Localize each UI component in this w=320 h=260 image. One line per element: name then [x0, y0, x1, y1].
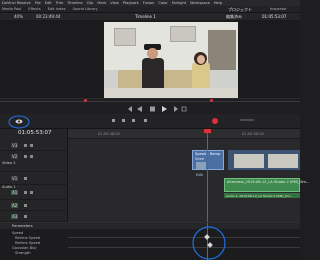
track-header-a1[interactable]: A1 Audio 1	[0, 185, 68, 200]
skip-forward-icon[interactable]	[174, 106, 178, 112]
keyframe-track	[68, 237, 300, 238]
transport-controls	[128, 106, 187, 112]
viewer-header: 40% 00:23:49:44 Timeline 1 編集済み 01:05:53…	[0, 13, 300, 20]
playhead-handle[interactable]	[204, 129, 211, 133]
menu-item-fusion[interactable]: Fusion	[143, 1, 155, 5]
title-clip[interactable]: Speed - Ramp Seee	[192, 150, 224, 170]
track-header-v3[interactable]: V3	[0, 141, 68, 151]
skip-back-icon[interactable]	[128, 106, 132, 112]
ruler-label: 01:05:56:00	[242, 132, 264, 136]
menu-item-view[interactable]: View	[110, 1, 119, 5]
blade-tool-icon[interactable]	[132, 119, 135, 122]
menu-item-file[interactable]: File	[35, 1, 41, 5]
ruler-label: 01:05:48:00	[98, 132, 120, 136]
bookshelf	[208, 30, 236, 70]
reverse-icon[interactable]	[137, 106, 142, 112]
timeline-name[interactable]: Timeline 1	[135, 14, 156, 19]
record-icon[interactable]	[212, 118, 218, 124]
viewer-timecode: 01:05:53:07	[262, 14, 287, 19]
playhead-indicator[interactable]	[210, 99, 213, 102]
person-man-head	[147, 48, 158, 59]
select-tool-icon[interactable]	[112, 119, 115, 122]
sound-library-button[interactable]: Sound Library	[73, 7, 98, 11]
person-man	[142, 58, 164, 88]
track-header-v2[interactable]: V2 Video 2	[0, 152, 68, 172]
video-preview[interactable]	[104, 22, 238, 102]
auto-select-icon[interactable]	[30, 144, 33, 147]
wall-poster	[170, 26, 196, 42]
trim-tool-icon[interactable]	[122, 119, 125, 122]
param-retime-speed[interactable]: Retime Speed	[15, 236, 40, 240]
menu-item-workspace[interactable]: Workspace	[190, 1, 210, 5]
track-header-a2[interactable]: A2	[0, 201, 68, 211]
param-retime-speed[interactable]: Retime Speed	[15, 241, 40, 245]
menu-item-color[interactable]: Color	[158, 1, 167, 5]
param-strength[interactable]: Strength	[15, 251, 31, 255]
mute-icon[interactable]	[24, 215, 27, 218]
scrubber-track[interactable]	[0, 101, 300, 102]
solo-icon[interactable]	[30, 191, 33, 194]
track-header-a3[interactable]: A3	[0, 212, 68, 222]
mark-in-indicator	[84, 99, 87, 102]
wall-poster	[114, 28, 136, 46]
play-icon[interactable]	[162, 106, 167, 112]
snapping-icon[interactable]	[144, 119, 147, 122]
inspector-header: Parameters	[0, 223, 300, 229]
menu-item-fairlight[interactable]: Fairlight	[172, 1, 186, 5]
inspector-panel: Parameters Speed Retime Speed Retime Spe…	[0, 222, 300, 260]
menu-item-edit[interactable]: Edit	[45, 1, 52, 5]
effects-button[interactable]: Effects	[28, 7, 40, 11]
menu-item-trim[interactable]: Trim	[56, 1, 64, 5]
edit-index-button[interactable]: Edit Index	[48, 7, 66, 11]
menu-item-app[interactable]: DaVinci Resolve	[2, 1, 31, 5]
playback-bar	[0, 98, 300, 114]
clip-thumbnail	[234, 154, 264, 168]
stop-icon[interactable]	[150, 106, 155, 112]
loop-icon[interactable]	[181, 106, 187, 112]
video-clip[interactable]	[228, 150, 300, 170]
auto-select-icon[interactable]	[30, 155, 33, 158]
edit-label: Edit	[196, 173, 203, 177]
menu-item-timeline[interactable]: Timeline	[67, 1, 82, 5]
menu-item-playback[interactable]: Playback	[123, 1, 139, 5]
clip-thumbnail	[196, 162, 206, 169]
lock-icon[interactable]	[24, 177, 27, 180]
mute-icon[interactable]	[24, 191, 27, 194]
zoom-slider[interactable]	[240, 119, 254, 121]
timeline-timecode: 01:05:53:07	[18, 130, 52, 136]
track-header-v1[interactable]: V1	[0, 173, 68, 185]
media-pool-button[interactable]: Media Pool	[2, 7, 21, 11]
zoom-level[interactable]: 40%	[14, 14, 23, 19]
menu-item-mark[interactable]: Mark	[97, 1, 106, 5]
param-speed[interactable]: Speed	[12, 231, 23, 235]
inspector-button[interactable]: Inspector	[270, 7, 287, 11]
workspace-toolbar: Media Pool Effects Edit Index Sound Libr…	[0, 6, 300, 13]
lock-icon[interactable]	[24, 144, 27, 147]
person-woman-face	[197, 55, 205, 64]
audio-clip-lower[interactable]: Audio 1, 2019-08-12_LA Studio 2 (RM)_Sm.…	[224, 193, 300, 198]
clip-thumbnail	[268, 154, 298, 168]
mute-icon[interactable]	[24, 204, 27, 207]
audio-clip[interactable]: Interview_2019-06-12_LA Studio 2 (RM)_Sm…	[224, 178, 309, 192]
timeline-tracks[interactable]: 01:05:48:00 01:05:56:00 Speed - Ramp See…	[68, 129, 309, 222]
menu-item-help[interactable]: Help	[214, 1, 222, 5]
track-headers: 01:05:53:07 V3 V2 Video 2 V1 A1 Audio 1 …	[0, 129, 68, 222]
lock-icon[interactable]	[24, 155, 27, 158]
keyframe-track	[68, 247, 300, 248]
inspector-title: Parameters	[12, 224, 33, 228]
param-gaussian-blur[interactable]: Gaussian Blur	[12, 246, 37, 250]
source-timecode: 00:23:49:44	[36, 14, 61, 19]
eye-icon[interactable]	[15, 119, 23, 124]
person-woman	[192, 62, 210, 88]
timeline-playhead[interactable]	[207, 129, 208, 222]
timeline-toolbar	[0, 114, 300, 129]
menu-item-clip[interactable]: Clip	[87, 1, 94, 5]
